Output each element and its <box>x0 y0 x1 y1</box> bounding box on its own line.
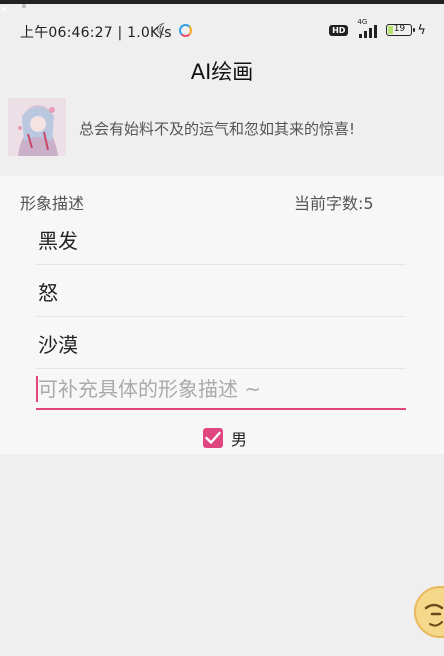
description-panel: 形象描述 当前字数:5 黑发 怒 沙漠 男 <box>0 176 444 454</box>
page-title: AI绘画 <box>190 60 254 84</box>
charging-icon: ϟ <box>417 22 426 38</box>
tag-text: 沙漠 <box>38 333 78 357</box>
moon-icon: ☾ <box>156 20 171 39</box>
male-checkbox[interactable] <box>203 428 223 448</box>
tag-text: 黑发 <box>38 229 78 253</box>
sync-icon <box>179 24 192 37</box>
checkmark-icon <box>205 431 221 444</box>
emoji-face-icon <box>424 603 444 627</box>
signal-icon: 4G <box>353 18 381 38</box>
avatar <box>8 98 66 156</box>
indicator-dot <box>22 4 26 8</box>
description-label: 形象描述 <box>20 194 85 213</box>
battery-level: 19 <box>393 24 406 34</box>
battery-icon: 19 <box>386 24 416 36</box>
description-input-row[interactable] <box>36 372 406 410</box>
banner: 总会有始料不及的运气和忽如其来的惊喜! <box>8 98 444 156</box>
hd-badge: HD <box>329 24 349 36</box>
tag-item[interactable]: 黑发 <box>36 212 406 265</box>
status-time-speed: 上午06:46:27 | 1.0K/s <box>20 25 172 41</box>
gender-option-male[interactable]: 男 <box>203 426 247 450</box>
tag-item[interactable]: 沙漠 <box>36 316 406 369</box>
char-count: 当前字数:5 <box>294 194 374 213</box>
tag-item[interactable]: 怒 <box>36 264 406 317</box>
top-edge-bar <box>0 0 444 4</box>
description-input[interactable] <box>38 372 404 406</box>
status-bar: 上午06:46:27 | 1.0K/s ☾ HD 4G 19 ϟ <box>0 14 444 48</box>
floating-assistant-button[interactable] <box>414 586 444 638</box>
gender-label: 男 <box>231 430 248 449</box>
tag-text: 怒 <box>38 281 58 305</box>
status-right-group: HD 4G 19 ϟ <box>329 18 426 38</box>
slogan-text: 总会有始料不及的运气和忽如其来的惊喜! <box>79 120 356 138</box>
